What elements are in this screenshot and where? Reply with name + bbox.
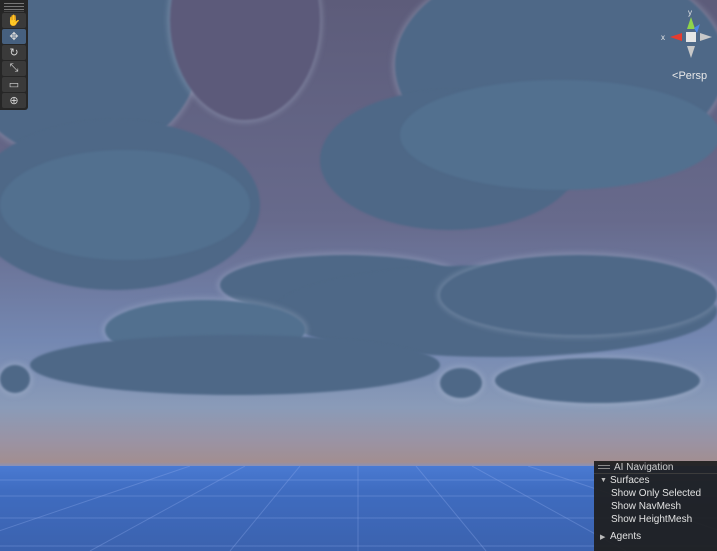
triangle-right-icon: ▶	[600, 533, 606, 541]
overlay-header[interactable]: AI Navigation	[594, 461, 717, 474]
surfaces-foldout[interactable]: ▼ Surfaces	[594, 474, 717, 487]
orientation-gizmo[interactable]: y x	[660, 6, 716, 68]
neg-y-axis-cone-icon[interactable]	[687, 46, 695, 58]
move-tool-button[interactable]: ✥	[2, 29, 26, 44]
tool-list: ✋ ✥ ↻ ⤡ ▭ ⊕	[0, 13, 28, 108]
projection-label: Persp	[678, 70, 708, 82]
rotate-tool-icon: ↻	[9, 47, 19, 59]
option-label: Show NavMesh	[611, 501, 682, 512]
surfaces-label: Surfaces	[610, 475, 650, 486]
rect-tool-button[interactable]: ▭	[2, 77, 26, 92]
x-axis-cone-icon[interactable]	[670, 33, 682, 41]
agents-label: Agents	[610, 531, 642, 542]
option-label: Show HeightMesh	[611, 514, 693, 525]
neg-x-axis-cone-icon[interactable]	[700, 33, 712, 41]
move-tool-icon: ✥	[9, 31, 19, 43]
gizmo-center-cube-icon[interactable]	[686, 32, 696, 42]
projection-toggle[interactable]: <Persp	[672, 70, 707, 82]
option-label: Show Only Selected	[611, 488, 702, 499]
z-axis-cone-icon[interactable]	[694, 24, 700, 33]
ai-navigation-overlay: AI Navigation ▼ Surfaces Show Only Selec…	[594, 461, 717, 551]
rect-tool-icon: ▭	[8, 79, 20, 91]
transform-tool-button[interactable]: ⊕	[2, 93, 26, 108]
x-axis-label: x	[661, 33, 665, 42]
option-show-heightmesh[interactable]: Show HeightMesh	[594, 513, 717, 526]
scale-tool-icon: ⤡	[9, 62, 19, 74]
y-axis-label: y	[688, 8, 692, 17]
option-show-only-selected[interactable]: Show Only Selected	[594, 487, 717, 500]
overlay-title: AI Navigation	[614, 461, 674, 473]
triangle-down-icon: ▼	[600, 477, 607, 484]
hand-tool-icon: ✋	[7, 15, 21, 27]
overlay-grip-icon[interactable]	[598, 465, 610, 469]
agents-foldout[interactable]: ▶ Agents	[594, 530, 717, 543]
hand-tool-button[interactable]: ✋	[2, 13, 26, 28]
scale-tool-button[interactable]: ⤡	[2, 61, 26, 76]
tools-toolbar: ✋ ✥ ↻ ⤡ ▭ ⊕	[0, 0, 28, 110]
option-show-navmesh[interactable]: Show NavMesh	[594, 500, 717, 513]
transform-tool-icon: ⊕	[9, 95, 19, 107]
scene-view[interactable]: ✋ ✥ ↻ ⤡ ▭ ⊕ y x <Persp AI Navigation ▼ Surfac…	[0, 0, 717, 551]
y-axis-cone-icon[interactable]	[687, 17, 695, 29]
rotate-tool-button[interactable]: ↻	[2, 45, 26, 60]
toolbar-grip-handle[interactable]	[4, 2, 24, 12]
